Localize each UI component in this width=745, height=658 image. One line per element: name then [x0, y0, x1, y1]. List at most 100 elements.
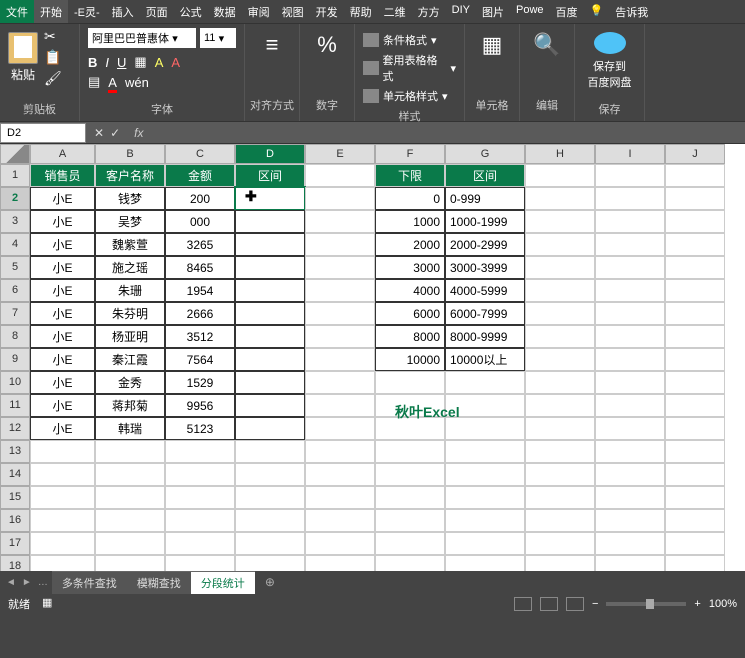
sheet-nav-more-icon[interactable]: …: [38, 577, 48, 588]
cell-A4[interactable]: 小E: [30, 233, 95, 256]
sheet-tab-0[interactable]: 多条件查找: [52, 571, 127, 594]
cell-J2[interactable]: [665, 187, 725, 210]
cell-A9[interactable]: 小E: [30, 348, 95, 371]
cell-I15[interactable]: [595, 486, 665, 509]
cell-G7[interactable]: 6000-7999: [445, 302, 525, 325]
cell-I18[interactable]: [595, 555, 665, 571]
col-header-C[interactable]: C: [165, 144, 235, 164]
cell-F9[interactable]: 10000: [375, 348, 445, 371]
col-header-I[interactable]: I: [595, 144, 665, 164]
cell-H6[interactable]: [525, 279, 595, 302]
find-icon[interactable]: 🔍: [533, 32, 560, 58]
sheet-tab-1[interactable]: 模糊查找: [127, 571, 191, 594]
cell-I4[interactable]: [595, 233, 665, 256]
cell-J9[interactable]: [665, 348, 725, 371]
cell-E8[interactable]: [305, 325, 375, 348]
cell-A10[interactable]: 小E: [30, 371, 95, 394]
row-header-14[interactable]: 14: [0, 463, 30, 486]
cell-J13[interactable]: [665, 440, 725, 463]
row-header-17[interactable]: 17: [0, 532, 30, 555]
cell-F1[interactable]: 下限: [375, 164, 445, 187]
cell-J6[interactable]: [665, 279, 725, 302]
row-header-10[interactable]: 10: [0, 371, 30, 394]
row-header-4[interactable]: 4: [0, 233, 30, 256]
col-header-B[interactable]: B: [95, 144, 165, 164]
cell-A17[interactable]: [30, 532, 95, 555]
cell-J16[interactable]: [665, 509, 725, 532]
cell-C13[interactable]: [165, 440, 235, 463]
cell-B7[interactable]: 朱芬明: [95, 302, 165, 325]
cell-C3[interactable]: 000: [165, 210, 235, 233]
cell-B12[interactable]: 韩瑞: [95, 417, 165, 440]
cell-B18[interactable]: [95, 555, 165, 571]
select-all-button[interactable]: [0, 144, 30, 164]
tab-12[interactable]: DIY: [446, 0, 476, 23]
cell-C8[interactable]: 3512: [165, 325, 235, 348]
cell-I1[interactable]: [595, 164, 665, 187]
cell-D9[interactable]: [235, 348, 305, 371]
cell-B3[interactable]: 吴梦: [95, 210, 165, 233]
cell-I17[interactable]: [595, 532, 665, 555]
cell-H3[interactable]: [525, 210, 595, 233]
cells-icon[interactable]: ▦: [482, 32, 503, 58]
row-header-7[interactable]: 7: [0, 302, 30, 325]
cell-F3[interactable]: 1000: [375, 210, 445, 233]
tab-10[interactable]: 二维: [378, 0, 412, 23]
cell-A15[interactable]: [30, 486, 95, 509]
cell-G10[interactable]: [445, 371, 525, 394]
zoom-in-button[interactable]: +: [694, 598, 700, 610]
cell-A7[interactable]: 小E: [30, 302, 95, 325]
cell-I10[interactable]: [595, 371, 665, 394]
phonetic-button[interactable]: wén: [125, 75, 149, 90]
cell-F7[interactable]: 6000: [375, 302, 445, 325]
cell-H5[interactable]: [525, 256, 595, 279]
row-header-8[interactable]: 8: [0, 325, 30, 348]
cell-G18[interactable]: [445, 555, 525, 571]
cell-A16[interactable]: [30, 509, 95, 532]
cell-F10[interactable]: [375, 371, 445, 394]
cell-G14[interactable]: [445, 463, 525, 486]
grow-font-button[interactable]: A: [155, 55, 164, 70]
tab-11[interactable]: 方方: [412, 0, 446, 23]
cell-I2[interactable]: [595, 187, 665, 210]
tab-file[interactable]: 文件: [0, 0, 34, 23]
cell-F18[interactable]: [375, 555, 445, 571]
cell-E3[interactable]: [305, 210, 375, 233]
col-header-D[interactable]: D: [235, 144, 305, 164]
cell-G13[interactable]: [445, 440, 525, 463]
cell-F4[interactable]: 2000: [375, 233, 445, 256]
cell-B16[interactable]: [95, 509, 165, 532]
bold-button[interactable]: B: [88, 55, 97, 70]
cell-E16[interactable]: [305, 509, 375, 532]
border-button[interactable]: ▦: [134, 54, 146, 70]
cell-F8[interactable]: 8000: [375, 325, 445, 348]
add-sheet-button[interactable]: ⊕: [259, 575, 281, 589]
cut-icon[interactable]: ✂: [44, 28, 62, 45]
cell-C9[interactable]: 7564: [165, 348, 235, 371]
row-header-18[interactable]: 18: [0, 555, 30, 571]
cell-G1[interactable]: 区间: [445, 164, 525, 187]
cell-I7[interactable]: [595, 302, 665, 325]
font-size-select[interactable]: 11▾: [200, 28, 236, 48]
cell-H7[interactable]: [525, 302, 595, 325]
cell-G16[interactable]: [445, 509, 525, 532]
cell-A8[interactable]: 小E: [30, 325, 95, 348]
cell-B11[interactable]: 蒋邦菊: [95, 394, 165, 417]
cell-E6[interactable]: [305, 279, 375, 302]
cell-G4[interactable]: 2000-2999: [445, 233, 525, 256]
cell-H14[interactable]: [525, 463, 595, 486]
cell-D18[interactable]: [235, 555, 305, 571]
cell-H8[interactable]: [525, 325, 595, 348]
col-header-G[interactable]: G: [445, 144, 525, 164]
cell-B14[interactable]: [95, 463, 165, 486]
cell-E13[interactable]: [305, 440, 375, 463]
cell-B17[interactable]: [95, 532, 165, 555]
cell-B8[interactable]: 杨亚明: [95, 325, 165, 348]
cell-A14[interactable]: [30, 463, 95, 486]
cell-J4[interactable]: [665, 233, 725, 256]
cell-J11[interactable]: [665, 394, 725, 417]
font-name-select[interactable]: 阿里巴巴普惠体▾: [88, 28, 196, 48]
cell-J3[interactable]: [665, 210, 725, 233]
cell-C17[interactable]: [165, 532, 235, 555]
align-icon[interactable]: ≡: [266, 32, 279, 58]
